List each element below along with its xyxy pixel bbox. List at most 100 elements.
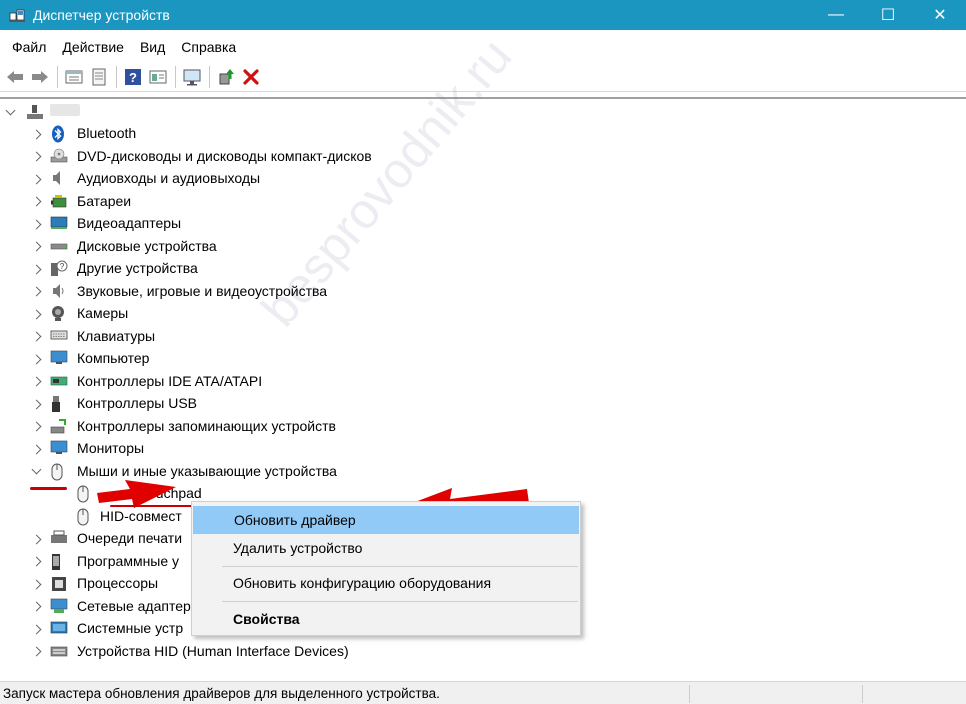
expand-icon[interactable] <box>30 443 42 455</box>
tree-item-label: Контроллеры IDE ATA/ATAPI <box>77 372 263 389</box>
tree-root[interactable] <box>0 101 966 123</box>
update-driver-icon[interactable] <box>215 66 237 88</box>
computer-root-icon <box>26 103 44 121</box>
disk-icon <box>50 238 68 256</box>
device-manager-app-icon <box>9 7 25 23</box>
tree-item-label: Touchpad <box>141 485 202 501</box>
category-item[interactable]: Аудиовходы и аудиовыходы <box>0 168 966 191</box>
status-divider <box>862 685 863 703</box>
category-item[interactable]: Видеоадаптеры <box>0 213 966 236</box>
maximize-button[interactable]: ☐ <box>862 0 914 30</box>
category-item[interactable]: Звуковые, игровые и видеоустройства <box>0 281 966 304</box>
category-item[interactable]: Камеры <box>0 303 966 326</box>
expand-icon[interactable] <box>30 173 42 185</box>
toolbar-divider <box>116 65 117 88</box>
printer-icon <box>50 530 68 548</box>
tree-item-label: Звуковые, игровые и видеоустройства <box>77 282 328 299</box>
category-item[interactable]: Контроллеры IDE ATA/ATAPI <box>0 371 966 394</box>
category-item[interactable]: Устройства HID (Human Interface Devices) <box>0 641 966 664</box>
category-item[interactable]: DVD-дисководы и дисководы компакт-дисков <box>0 146 966 169</box>
category-item[interactable]: Контроллеры USB <box>0 393 966 416</box>
menu-file[interactable]: Файл <box>4 39 54 55</box>
tree-item-label: Контроллеры запоминающих устройств <box>77 417 336 434</box>
network-icon <box>50 598 68 616</box>
close-button[interactable]: ✕ <box>914 0 966 30</box>
category-item[interactable]: Мониторы <box>0 438 966 461</box>
menu-action[interactable]: Действие <box>54 39 132 55</box>
toolbar-divider <box>175 65 176 88</box>
svg-text:?: ? <box>60 262 65 271</box>
speaker-icon <box>50 170 68 188</box>
expand-icon[interactable] <box>30 308 42 320</box>
expand-icon[interactable] <box>30 241 42 253</box>
category-item[interactable]: Клавиатуры <box>0 326 966 349</box>
battery-icon <box>50 193 68 211</box>
update-driver-item[interactable]: Обновить драйвер <box>193 506 579 534</box>
expand-icon[interactable] <box>30 601 42 613</box>
back-icon[interactable] <box>4 66 26 88</box>
expand-icon[interactable] <box>30 151 42 163</box>
expand-icon[interactable] <box>30 376 42 388</box>
toolbar-divider <box>57 65 58 88</box>
mice-underline <box>30 487 67 490</box>
expand-icon[interactable] <box>30 353 42 365</box>
expand-icon[interactable] <box>30 128 42 140</box>
tree-item-label: Сетевые адаптер <box>77 597 191 614</box>
expand-icon[interactable] <box>30 196 42 208</box>
computer-icon <box>50 350 68 368</box>
tree-item-label: DVD-дисководы и дисководы компакт-дисков <box>77 147 372 164</box>
tree-item-label: Клавиатуры <box>77 327 156 344</box>
tree-item-label: Процессоры <box>77 575 159 591</box>
category-item[interactable]: Bluetooth <box>0 123 966 146</box>
expand-icon[interactable] <box>30 398 42 410</box>
system-icon <box>50 620 68 638</box>
tree-item-label: Очереди печати <box>77 530 183 546</box>
expand-icon[interactable] <box>30 646 42 658</box>
tree-item-label: Программные у <box>77 552 180 569</box>
category-item[interactable]: Мыши и иные указывающие устройства <box>0 461 966 484</box>
properties-item[interactable]: Свойства <box>192 605 580 633</box>
expand-icon[interactable] <box>30 578 42 590</box>
tree-item-label: Дисковые устройства <box>77 237 217 254</box>
expand-icon[interactable] <box>30 556 42 568</box>
toolbar-divider <box>209 65 210 88</box>
expand-icon[interactable] <box>30 533 42 545</box>
hid-icon <box>50 643 68 661</box>
toolbar: ? <box>0 62 966 92</box>
category-item[interactable]: ? Другие устройства <box>0 258 966 281</box>
minimize-button[interactable]: — <box>810 0 862 30</box>
monitor-icon[interactable] <box>181 66 203 88</box>
menu-view[interactable]: Вид <box>132 39 173 55</box>
mouse-icon <box>76 485 94 503</box>
expand-icon[interactable] <box>30 218 42 230</box>
forward-icon[interactable] <box>29 66 51 88</box>
category-item[interactable]: Компьютер <box>0 348 966 371</box>
expand-icon[interactable] <box>30 331 42 343</box>
menu-help[interactable]: Справка <box>173 39 244 55</box>
help-icon[interactable]: ? <box>122 66 144 88</box>
ide-icon <box>50 373 68 391</box>
bluetooth-icon <box>50 125 68 143</box>
properties-view-icon[interactable] <box>63 66 85 88</box>
category-item[interactable]: Дисковые устройства <box>0 236 966 259</box>
window-title: Диспетчер устройств <box>33 7 170 23</box>
tree-item-label: Батареи <box>77 192 132 209</box>
tree-item-label: Камеры <box>77 305 129 321</box>
collapse-icon[interactable] <box>4 105 16 118</box>
uninstall-device-item[interactable]: Удалить устройство <box>192 534 580 562</box>
context-menu: Обновить драйвер Удалить устройство Обно… <box>191 501 581 636</box>
uninstall-icon[interactable] <box>240 66 262 88</box>
expand-icon[interactable] <box>30 286 42 298</box>
tree-item-label: Устройства HID (Human Interface Devices) <box>77 642 349 659</box>
scan-hardware-item[interactable]: Обновить конфигурацию оборудования <box>192 569 580 597</box>
collapse-icon[interactable] <box>30 464 42 478</box>
tree-item-label: Компьютер <box>77 350 150 366</box>
tree-item-label: HID-совмест <box>100 507 182 524</box>
expand-icon[interactable] <box>30 263 42 275</box>
expand-icon[interactable] <box>30 421 42 433</box>
details-icon[interactable] <box>147 66 169 88</box>
category-item[interactable]: Батареи <box>0 191 966 214</box>
category-item[interactable]: Контроллеры запоминающих устройств <box>0 416 966 439</box>
expand-icon[interactable] <box>30 623 42 635</box>
show-hidden-icon[interactable] <box>88 66 110 88</box>
